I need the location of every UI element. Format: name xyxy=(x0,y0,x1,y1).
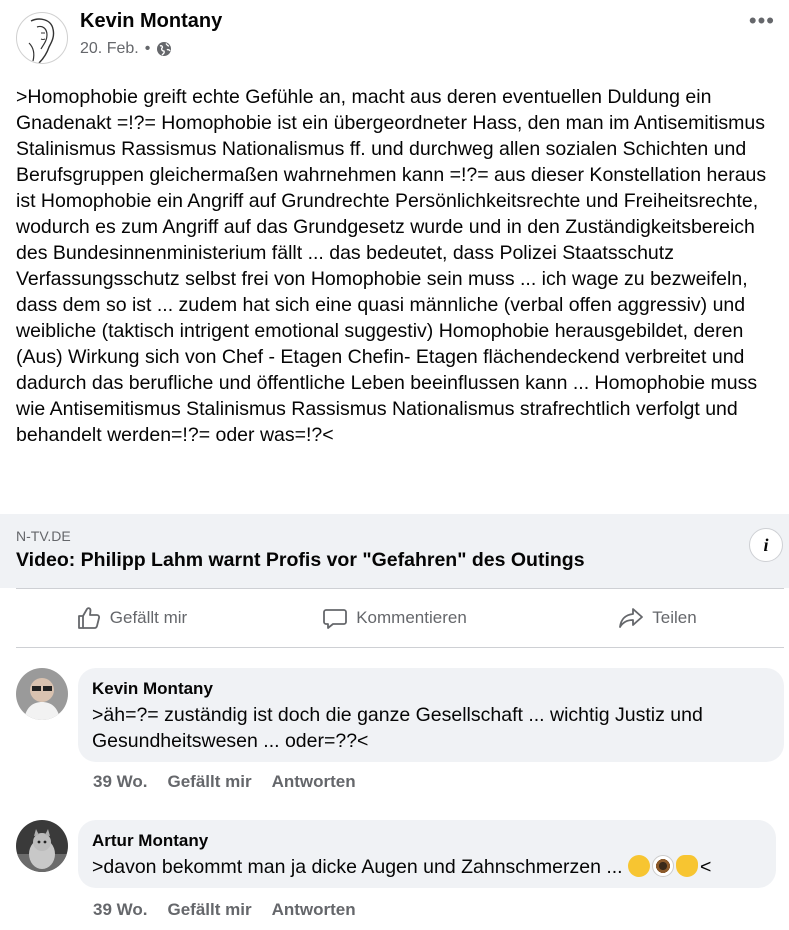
comment-text: >davon bekommt man ja dicke Augen und Za… xyxy=(92,856,623,878)
comment-text-line-2: Gesundheitswesen ... oder=??< xyxy=(92,730,369,752)
sketch-portrait-icon xyxy=(28,18,55,63)
comment-bubble: Artur Montany >davon bekommt man ja dick… xyxy=(78,820,776,888)
comment-bubble-icon xyxy=(323,609,348,629)
post-date[interactable]: 20. Feb. xyxy=(80,40,139,58)
post-body-text: >Homophobie greift echte Gefühle an, mac… xyxy=(16,86,772,446)
comment-time[interactable]: 39 Wo. xyxy=(93,772,147,792)
share-button[interactable]: Teilen xyxy=(526,605,789,631)
eye-emoji xyxy=(652,855,675,877)
link-domain: N-TV.DE xyxy=(16,528,71,544)
divider xyxy=(16,647,784,648)
commenter-avatar[interactable] xyxy=(16,820,68,872)
user-photo-icon xyxy=(16,668,68,720)
info-icon[interactable]: i xyxy=(749,528,783,562)
yawning-face-emoji xyxy=(628,855,651,877)
comment-bubble: Kevin Montany >äh=?= zuständig ist doch … xyxy=(78,668,784,762)
comment-like-link[interactable]: Gefällt mir xyxy=(167,900,251,920)
comment-meta: 39 Wo. Gefällt mir Antworten xyxy=(93,900,356,920)
share-label: Teilen xyxy=(652,608,697,627)
commenter-avatar[interactable] xyxy=(16,668,68,720)
comment-meta: 39 Wo. Gefällt mir Antworten xyxy=(93,772,356,792)
cat-photo-icon xyxy=(16,820,68,872)
comment-reply-link[interactable]: Antworten xyxy=(272,900,356,920)
grinning-cat-emoji xyxy=(676,855,699,877)
author-avatar[interactable] xyxy=(16,12,68,64)
comment-label: Kommentieren xyxy=(356,608,467,627)
comment-text-end: < xyxy=(700,856,712,878)
commenter-name[interactable]: Artur Montany xyxy=(92,830,762,852)
like-label: Gefällt mir xyxy=(109,608,188,627)
post-meta: 20. Feb. • xyxy=(80,40,172,58)
globe-icon xyxy=(157,42,172,56)
comment-text-wrap: >davon bekommt man ja dicke Augen und Za… xyxy=(92,854,762,880)
comment-time[interactable]: 39 Wo. xyxy=(93,900,147,920)
comment-reply-link[interactable]: Antworten xyxy=(272,772,356,792)
comment-text-line-1: >äh=?= zuständig ist doch die ganze Gese… xyxy=(92,704,703,726)
commenter-name[interactable]: Kevin Montany xyxy=(92,678,770,700)
post-author-name[interactable]: Kevin Montany xyxy=(80,10,222,33)
meta-separator: • xyxy=(144,40,151,57)
link-preview-card[interactable]: N-TV.DE Video: Philipp Lahm warnt Profis… xyxy=(0,514,789,588)
comment-button[interactable]: Kommentieren xyxy=(263,605,526,631)
divider xyxy=(16,588,784,589)
thumbs-up-icon xyxy=(77,607,100,629)
share-arrow-icon xyxy=(619,608,644,628)
post-header: Kevin Montany 20. Feb. • ••• xyxy=(0,0,789,80)
more-options-icon[interactable]: ••• xyxy=(749,8,775,34)
link-title[interactable]: Video: Philipp Lahm warnt Profis vor "Ge… xyxy=(16,549,585,572)
like-button[interactable]: Gefällt mir xyxy=(0,605,263,631)
comment-like-link[interactable]: Gefällt mir xyxy=(167,772,251,792)
post-actions-bar: Gefällt mir Kommentieren Teilen xyxy=(0,590,789,646)
